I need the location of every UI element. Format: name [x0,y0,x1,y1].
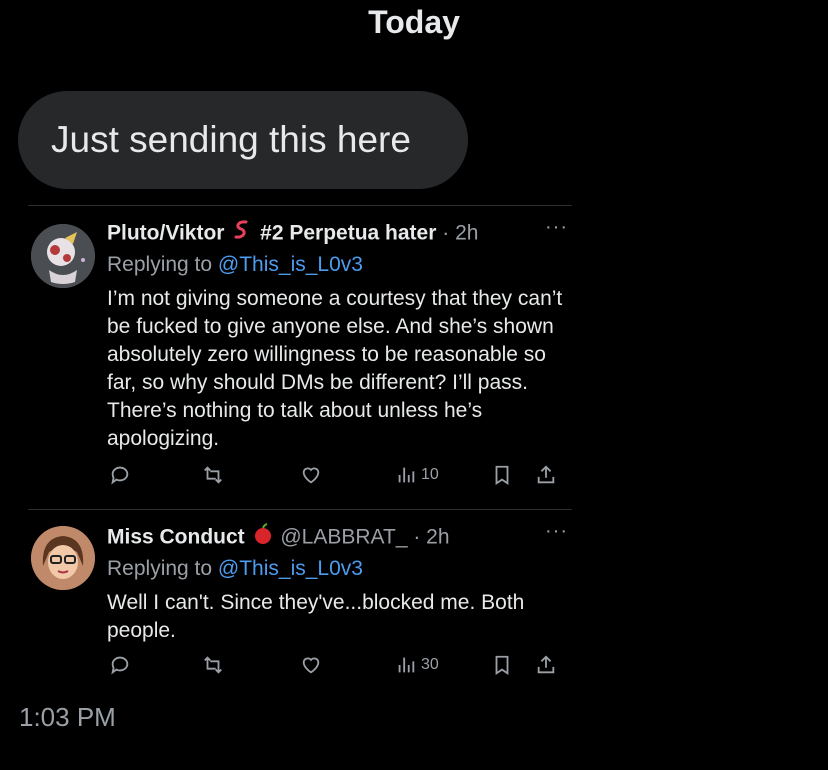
more-icon[interactable]: ··· [545,520,568,543]
replying-to: Replying to @This_is_L0v3 [107,253,363,276]
tweet-header: Miss Conduct @LABBRAT_ · 2h [107,522,572,554]
tweet-text: I’m not giving someone a courtesy that t… [107,287,563,450]
mention-link[interactable]: @This_is_L0v3 [218,557,363,580]
views-button[interactable]: 30 [395,654,439,676]
avatar[interactable] [31,526,95,590]
date-header: Today [368,4,460,40]
handle[interactable]: @LABBRAT_ [280,526,407,549]
views-count: 30 [421,656,439,673]
display-name-suffix: #2 Perpetua hater [260,221,437,245]
retweet-icon[interactable] [201,654,225,676]
retweet-icon[interactable] [201,464,225,486]
divider [28,509,572,510]
views-icon [398,657,415,673]
views-icon [398,467,415,483]
display-name[interactable]: Miss Conduct [107,526,245,549]
reply-icon[interactable] [109,654,131,676]
bookmark-icon[interactable] [491,464,513,486]
avatar[interactable] [31,224,95,288]
quoted-tweet[interactable]: Miss Conduct @LABBRAT_ · 2h ··· Replying… [28,520,572,692]
message-text: Just sending this here [51,119,411,160]
more-icon[interactable]: ··· [545,216,568,239]
tweet-header: Pluto/Viktor #2 Perpetua hater · 2h [107,218,572,250]
tweet-actions: 10 [107,464,572,494]
replying-to: Replying to @This_is_L0v3 [107,557,363,580]
message-timestamp: 1:03 PM [19,702,116,732]
tweet-time: 2h [455,221,479,245]
views-count: 10 [421,466,439,483]
display-name[interactable]: Pluto/Viktor [107,222,224,245]
bookmark-icon[interactable] [491,654,513,676]
reply-icon[interactable] [109,464,131,486]
snake-emoji-icon [230,218,254,250]
divider [28,205,572,206]
like-icon[interactable] [299,654,323,676]
views-button[interactable]: 10 [395,464,439,486]
share-icon[interactable] [535,654,557,676]
message-bubble[interactable]: Just sending this here [18,91,468,189]
tweet-time: 2h [426,525,450,549]
mention-link[interactable]: @This_is_L0v3 [218,253,363,276]
like-icon[interactable] [299,464,323,486]
tweet-text: Well I can't. Since they've...blocked me… [107,591,525,642]
apple-emoji-icon [251,522,275,554]
quoted-tweet[interactable]: Pluto/Viktor #2 Perpetua hater · 2h ··· … [28,216,572,508]
share-icon[interactable] [535,464,557,486]
tweet-actions: 30 [107,654,572,684]
